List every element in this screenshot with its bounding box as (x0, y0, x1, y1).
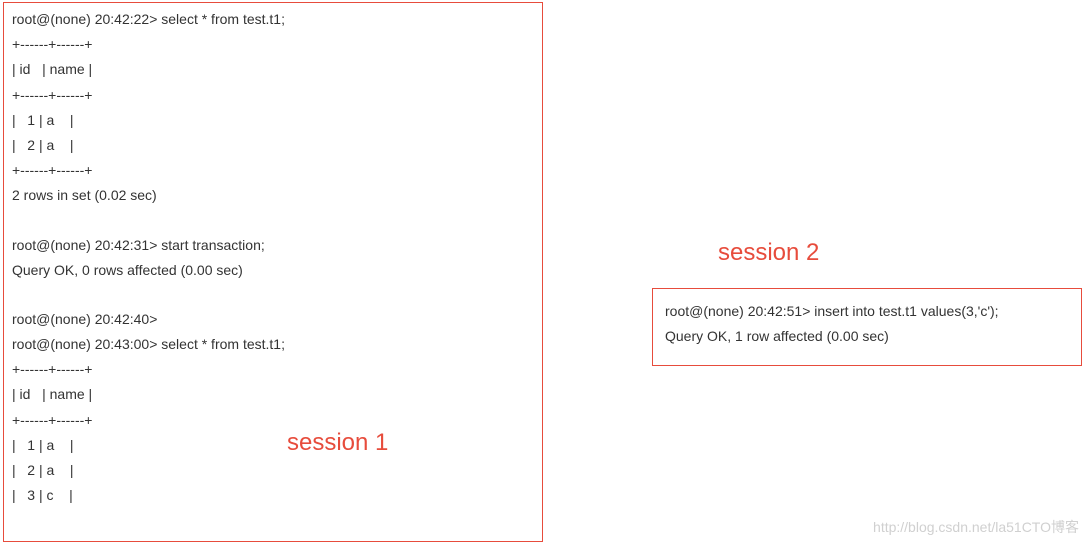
terminal-line: | id | name | (12, 382, 534, 407)
terminal-blank (12, 209, 534, 233)
terminal-line: +------+------+ (12, 158, 534, 183)
terminal-line: 2 rows in set (0.02 sec) (12, 183, 534, 208)
terminal-line: root@(none) 20:42:51> insert into test.t… (665, 299, 1069, 324)
terminal-line: root@(none) 20:42:40> (12, 307, 534, 332)
terminal-line: Query OK, 1 row affected (0.00 sec) (665, 324, 1069, 349)
terminal-line: +------+------+ (12, 83, 534, 108)
terminal-line: +------+------+ (12, 32, 534, 57)
terminal-line: | 2 | a | (12, 458, 534, 483)
session-1-label: session 1 (287, 429, 388, 457)
terminal-line: | 1 | a | (12, 108, 534, 133)
terminal-line: | 1 | a | (12, 433, 534, 458)
session-2-label: session 2 (718, 239, 819, 267)
terminal-line: Query OK, 0 rows affected (0.00 sec) (12, 258, 534, 283)
terminal-blank (12, 283, 534, 307)
terminal-line: +------+------+ (12, 357, 534, 382)
terminal-line: root@(none) 20:42:22> select * from test… (12, 7, 534, 32)
session-1-terminal: root@(none) 20:42:22> select * from test… (3, 2, 543, 542)
terminal-line: | 3 | c | (12, 483, 534, 508)
session-2-terminal: root@(none) 20:42:51> insert into test.t… (652, 288, 1082, 366)
terminal-line: root@(none) 20:42:31> start transaction; (12, 233, 534, 258)
terminal-line: | id | name | (12, 57, 534, 82)
watermark-text: http://blog.csdn.net/la51CTO博客 (873, 517, 1079, 537)
terminal-line: +------+------+ (12, 408, 534, 433)
terminal-line: | 2 | a | (12, 133, 534, 158)
terminal-line: root@(none) 20:43:00> select * from test… (12, 332, 534, 357)
